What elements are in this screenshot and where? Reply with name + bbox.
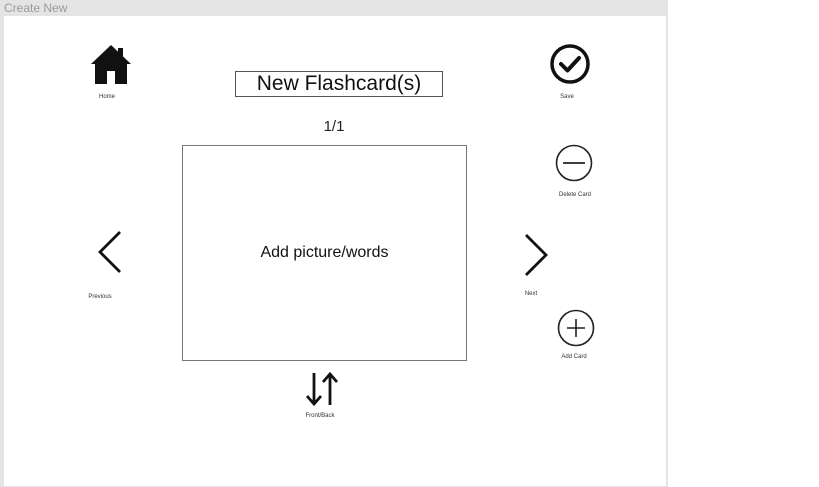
home-icon <box>91 45 131 84</box>
save-button[interactable] <box>548 42 592 86</box>
add-card-label: Add Card <box>561 354 587 360</box>
add-card-button[interactable] <box>557 309 595 347</box>
save-label: Save <box>560 94 574 100</box>
minus-circle-icon <box>555 144 593 182</box>
home-label: Home <box>98 94 116 100</box>
delete-card-button[interactable] <box>554 143 594 183</box>
previous-label: Previous <box>88 294 112 300</box>
deck-title-field[interactable]: New Flashcard(s) <box>235 71 443 97</box>
flip-card-label: Front/Back <box>305 413 335 419</box>
next-label: Next <box>524 291 538 297</box>
previous-button[interactable] <box>91 230 129 274</box>
plus-circle-icon <box>557 309 595 347</box>
swap-vertical-icon <box>305 371 339 407</box>
check-circle-icon <box>550 44 590 84</box>
chevron-right-icon <box>525 234 548 276</box>
chevron-left-icon <box>98 231 121 273</box>
page-counter: 1/1 <box>323 118 345 135</box>
next-button[interactable] <box>517 233 555 277</box>
home-button[interactable] <box>89 42 133 86</box>
flip-card-button[interactable] <box>304 371 340 407</box>
flashcard-editor[interactable]: Add picture/words <box>182 145 467 361</box>
card-placeholder: Add picture/words <box>260 244 389 261</box>
window-title: Create New <box>0 0 668 16</box>
delete-card-label: Delete Card <box>558 192 592 198</box>
